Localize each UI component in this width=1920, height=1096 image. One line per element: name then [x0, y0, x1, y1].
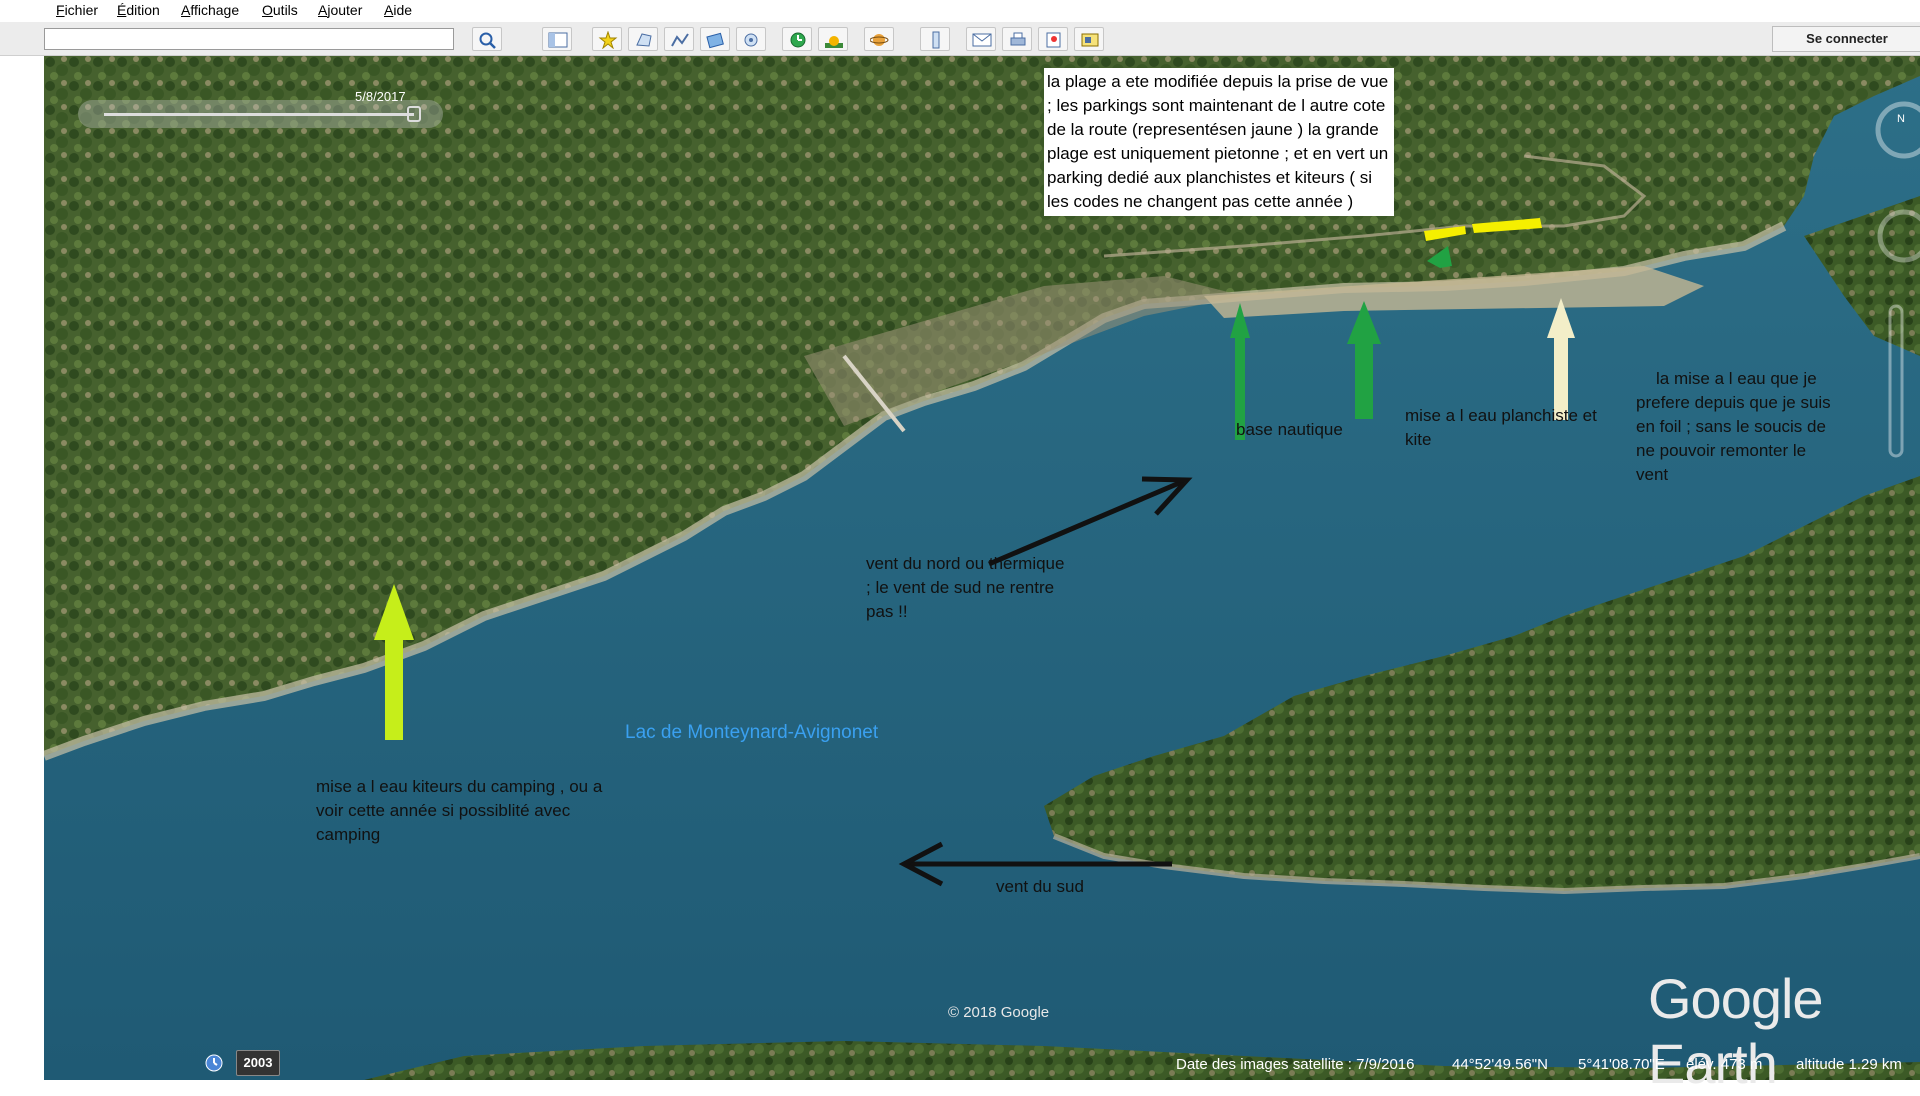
- history-icon: [790, 32, 806, 48]
- overlay-icon: [706, 32, 724, 49]
- status-elevation: élév. 473 m: [1686, 1056, 1763, 1073]
- path-button[interactable]: [664, 27, 694, 51]
- parking-yellow-2: [1472, 218, 1542, 233]
- status-latitude: 44°52'49.56"N: [1452, 1056, 1548, 1073]
- sidebar-icon: [548, 32, 568, 48]
- status-altitude: altitude 1.29 km: [1796, 1056, 1902, 1073]
- sunlight-button[interactable]: [818, 27, 848, 51]
- maps-button[interactable]: [1038, 27, 1068, 51]
- lake-label: Lac de Monteynard-Avignonet: [625, 722, 879, 743]
- path-icon: [671, 33, 689, 47]
- zoom-slider[interactable]: [1888, 304, 1904, 458]
- info-note: la plage a ete modifiée depuis la prise …: [1044, 68, 1394, 216]
- search-icon: [479, 32, 496, 49]
- move-joystick[interactable]: [1877, 209, 1920, 263]
- parking-green: [1427, 246, 1452, 268]
- search-input[interactable]: [44, 28, 454, 50]
- menu-aide[interactable]: Aide: [384, 2, 412, 18]
- email-icon: [972, 33, 992, 47]
- compass-north-icon[interactable]: N: [1897, 113, 1905, 125]
- look-joystick[interactable]: [1875, 101, 1920, 159]
- history-button[interactable]: [782, 27, 812, 51]
- ruler-icon: [932, 31, 940, 49]
- note-base-nautique: base nautique: [1236, 420, 1343, 439]
- arrow-foil: [1547, 298, 1575, 420]
- save-image-icon: [1081, 33, 1099, 47]
- timeline-thumb[interactable]: [407, 106, 421, 122]
- status-bar: Date des images satellite : 7/9/2016 44°…: [1000, 1050, 1920, 1078]
- note-vent-sud: vent du sud: [996, 877, 1084, 896]
- menu-bar: Fichier Édition Affichage Outils Ajouter…: [0, 0, 1920, 22]
- sunlight-icon: [825, 36, 843, 48]
- timeline-slider[interactable]: [78, 100, 443, 128]
- parking-yellow-1: [1424, 226, 1466, 241]
- tour-icon: [744, 33, 758, 47]
- copyright: © 2018 Google: [948, 1004, 1050, 1021]
- arrow-planchiste: [1347, 301, 1381, 419]
- status-image-date: Date des images satellite : 7/9/2016: [1176, 1056, 1415, 1073]
- note-camping: mise a l eau kiteurs du camping , ou a v…: [316, 777, 603, 844]
- sign-in-button[interactable]: Se connecter: [1772, 26, 1920, 52]
- save-image-button[interactable]: [1074, 27, 1104, 51]
- placemark-icon: [598, 31, 618, 49]
- polygon-button[interactable]: [628, 27, 658, 51]
- menu-outils[interactable]: Outils: [262, 2, 298, 18]
- planet-icon: [870, 34, 889, 46]
- planet-button[interactable]: [864, 27, 894, 51]
- timeline-track: [104, 113, 414, 116]
- arrow-camping: [374, 584, 414, 740]
- note-vent-nord: vent du nord ou thermique ; le vent de s…: [866, 554, 1065, 621]
- print-icon: [1010, 32, 1026, 46]
- ruler-button[interactable]: [920, 27, 950, 51]
- status-longitude: 5°41'08.70"E: [1578, 1056, 1665, 1073]
- timeline-date: 5/8/2017: [355, 89, 406, 104]
- print-button[interactable]: [1002, 27, 1032, 51]
- navigation-controls[interactable]: N: [1860, 96, 1920, 516]
- maps-icon: [1046, 32, 1061, 48]
- polygon-icon: [636, 33, 652, 47]
- tour-button[interactable]: [736, 27, 766, 51]
- search-button[interactable]: [472, 27, 502, 51]
- note-planchiste: mise a l eau planchiste et kite: [1405, 406, 1597, 449]
- menu-affichage[interactable]: Affichage: [181, 2, 239, 18]
- sidebar-button[interactable]: [542, 27, 572, 51]
- email-button[interactable]: [966, 27, 996, 51]
- note-foil: la mise a l eau que je prefere depuis qu…: [1636, 369, 1831, 484]
- menu-fichier[interactable]: Fichier: [56, 2, 98, 18]
- historical-year-button[interactable]: 2003: [236, 1050, 280, 1076]
- menu-ajouter[interactable]: Ajouter: [318, 2, 362, 18]
- placemark-button[interactable]: [592, 27, 622, 51]
- overlay-button[interactable]: [700, 27, 730, 51]
- menu-edition[interactable]: Édition: [117, 2, 160, 18]
- history-clock-icon[interactable]: [204, 1053, 224, 1073]
